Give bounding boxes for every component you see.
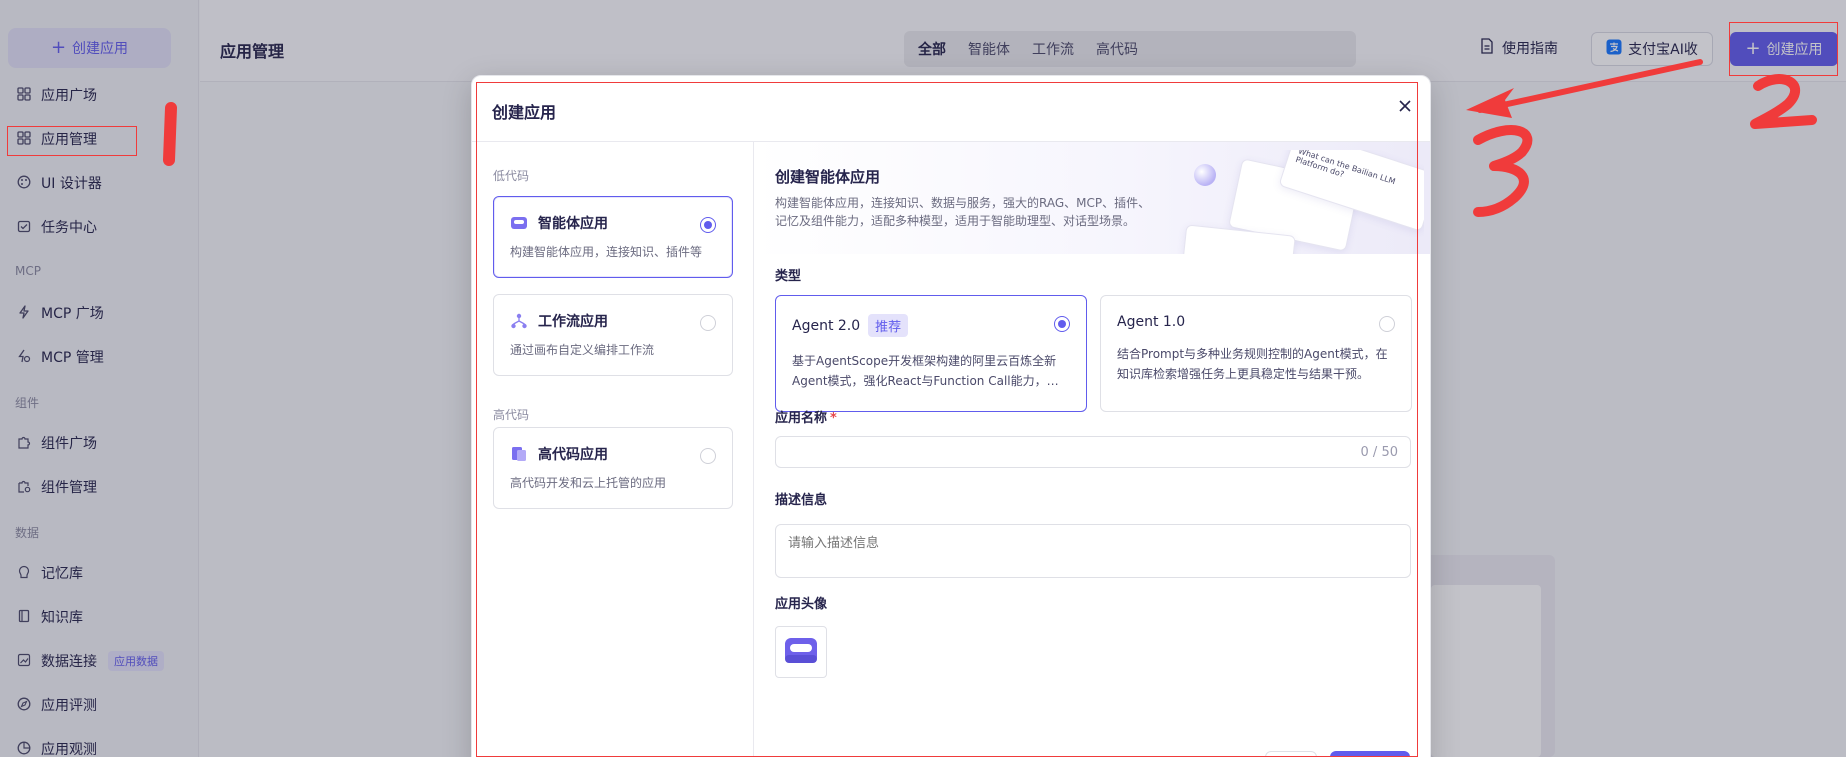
annotation-mark-1 xyxy=(163,102,177,166)
annotation-mark-2 xyxy=(1750,74,1817,129)
annotation-arrow xyxy=(1477,59,1703,113)
annotation-mark-3 xyxy=(1473,125,1533,217)
annotation-marks xyxy=(163,59,1817,217)
